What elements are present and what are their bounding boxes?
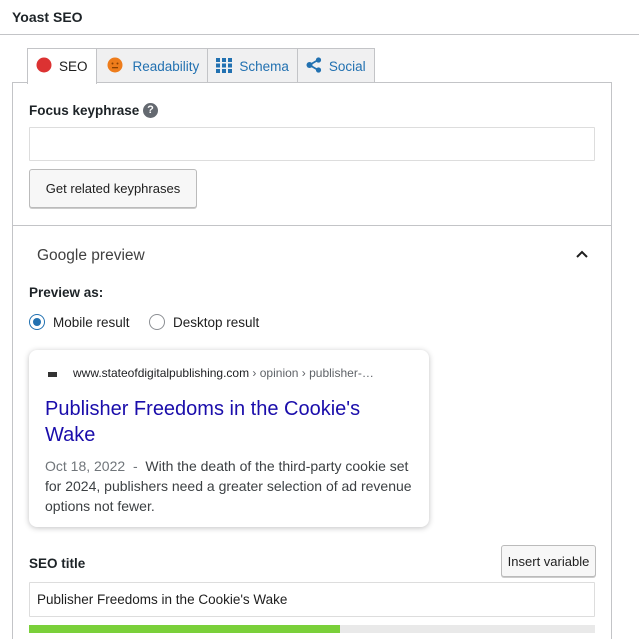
focus-keyphrase-label: Focus keyphrase <box>29 103 140 118</box>
tab-bar: SEO Readability Schema Social <box>27 48 375 84</box>
seo-title-input[interactable]: Publisher Freedoms in the Cookie's Wake <box>29 582 595 617</box>
tab-schema-label: Schema <box>239 58 289 74</box>
radio-mobile-input[interactable] <box>29 314 45 330</box>
insert-variable-button[interactable]: Insert variable <box>501 545 596 577</box>
serp-domain: www.stateofdigitalpublishing.com <box>73 366 250 380</box>
grid-icon <box>216 57 233 76</box>
metabox-header: Yoast SEO <box>0 0 639 35</box>
serp-title-link[interactable]: Publisher Freedoms in the Cookie's Wake <box>45 396 405 448</box>
red-dot-icon <box>36 57 52 76</box>
serp-description: Oct 18, 2022 - With the death of the thi… <box>45 456 417 516</box>
radio-desktop-label: Desktop result <box>173 314 260 330</box>
serp-separator: - <box>125 458 146 474</box>
serp-url: www.stateofdigitalpublishing.com › opini… <box>73 366 374 380</box>
radio-mobile-result[interactable]: Mobile result <box>29 314 130 330</box>
serp-date: Oct 18, 2022 <box>45 458 126 474</box>
orange-face-icon <box>107 57 123 76</box>
seo-title-label: SEO title <box>29 556 86 571</box>
tab-seo-label: SEO <box>59 59 88 74</box>
seo-title-progress-bar <box>29 625 595 633</box>
metabox-title: Yoast SEO <box>12 9 83 25</box>
radio-mobile-label: Mobile result <box>53 314 130 330</box>
seo-title-progress-fill <box>29 625 341 633</box>
google-preview-title: Google preview <box>37 247 145 264</box>
serp-breadcrumbs: › opinion › publisher-… <box>249 366 374 380</box>
tab-seo[interactable]: SEO <box>27 48 97 84</box>
focus-keyphrase-input[interactable] <box>29 127 595 161</box>
tab-social[interactable]: Social <box>296 48 375 83</box>
tab-readability[interactable]: Readability <box>95 48 209 83</box>
section-divider <box>13 225 611 226</box>
share-icon <box>306 56 322 76</box>
preview-as-label: Preview as: <box>29 285 104 300</box>
help-icon[interactable]: ? <box>143 103 158 118</box>
tab-social-label: Social <box>328 58 366 74</box>
tab-schema[interactable]: Schema <box>207 48 298 83</box>
radio-desktop-input[interactable] <box>149 314 165 330</box>
chevron-up-icon[interactable] <box>575 247 589 266</box>
radio-desktop-result[interactable]: Desktop result <box>149 314 259 330</box>
site-favicon-icon <box>48 372 57 377</box>
get-related-keyphrases-button[interactable]: Get related keyphrases <box>29 169 197 208</box>
serp-preview-card: www.stateofdigitalpublishing.com › opini… <box>29 350 429 527</box>
tab-readability-label: Readability <box>132 58 200 74</box>
